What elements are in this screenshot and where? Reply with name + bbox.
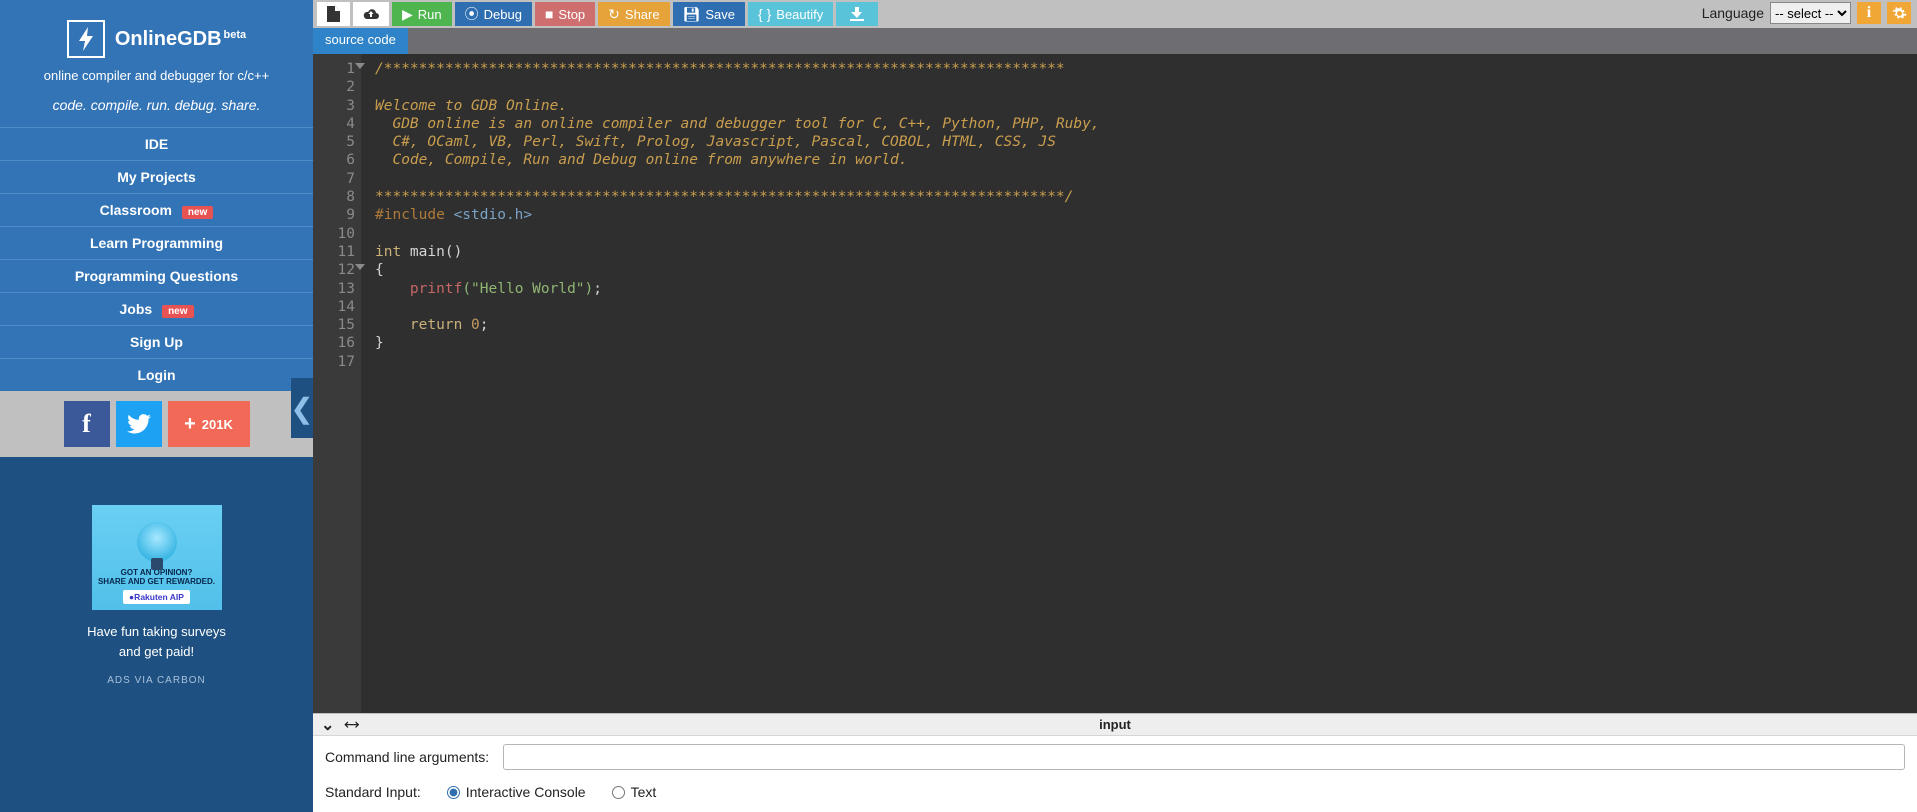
tabbar: source code (313, 28, 1917, 54)
fold-icon[interactable] (355, 264, 365, 270)
language-select[interactable]: -- select -- (1770, 2, 1851, 24)
nav-login[interactable]: Login (0, 358, 313, 391)
stdin-interactive-option[interactable]: Interactive Console (447, 784, 586, 800)
tab-source-code[interactable]: source code (313, 28, 408, 54)
lightbulb-icon (137, 522, 177, 562)
code-editor[interactable]: 1 2345678910 11121314151617 /***********… (313, 54, 1917, 713)
beta-badge: beta (224, 29, 247, 41)
nav-ide[interactable]: IDE (0, 127, 313, 160)
download-button[interactable] (836, 2, 878, 26)
stop-icon: ■ (545, 7, 553, 21)
ad-via: ADS VIA CARBON (0, 675, 313, 686)
app-name: OnlineGDB (115, 28, 222, 50)
nav-jobs[interactable]: Jobs new (0, 292, 313, 325)
stdin-interactive-radio[interactable] (447, 786, 460, 799)
nav-questions[interactable]: Programming Questions (0, 259, 313, 292)
app-tagline: code. compile. run. debug. share. (10, 97, 303, 113)
cmd-args-label: Command line arguments: (325, 749, 489, 765)
ad-image[interactable]: GOT AN OPINION? SHARE AND GET REWARDED. … (92, 505, 222, 610)
nav-signup[interactable]: Sign Up (0, 325, 313, 358)
share-button[interactable]: ↻Share (598, 2, 669, 26)
sidebar-spacer: GOT AN OPINION? SHARE AND GET REWARDED. … (0, 457, 313, 812)
nav-learn[interactable]: Learn Programming (0, 226, 313, 259)
save-button[interactable]: 💾︎Save (673, 2, 745, 26)
stdin-text-option[interactable]: Text (612, 784, 657, 800)
expand-icon[interactable]: ⤢ (342, 715, 362, 735)
ad-brand: ●Rakuten AIP (123, 590, 190, 604)
sidebar-header: OnlineGDBbeta online compiler and debugg… (0, 0, 313, 127)
new-badge: new (182, 206, 213, 219)
settings-button[interactable] (1887, 2, 1911, 24)
new-badge: new (162, 305, 193, 318)
nav-classroom-label: Classroom (100, 202, 172, 218)
code-body[interactable]: /***************************************… (361, 54, 1108, 713)
nav-classroom[interactable]: Classroom new (0, 193, 313, 226)
ad-caption1: Have fun taking surveys (0, 622, 313, 642)
main: ▶Run ⦿Debug ■Stop ↻Share 💾︎Save { }Beaut… (313, 0, 1917, 812)
share-count: 201K (202, 417, 233, 432)
facebook-icon[interactable]: f (64, 401, 110, 447)
stdin-text-radio[interactable] (612, 786, 625, 799)
nav-projects[interactable]: My Projects (0, 160, 313, 193)
app-subtitle: online compiler and debugger for c/c++ (10, 68, 303, 83)
toolbar: ▶Run ⦿Debug ■Stop ↻Share 💾︎Save { }Beaut… (313, 0, 1917, 28)
panel-title: input (1099, 717, 1131, 732)
debug-button[interactable]: ⦿Debug (455, 2, 532, 26)
logo-icon (67, 20, 105, 58)
ad-line2: SHARE AND GET REWARDED. (98, 577, 215, 586)
upload-file-button[interactable] (353, 2, 389, 26)
nav-jobs-label: Jobs (119, 301, 152, 317)
stdin-label: Standard Input: (325, 784, 421, 800)
language-label: Language (1702, 5, 1764, 21)
new-file-button[interactable] (317, 2, 350, 26)
share-icon: ↻ (608, 7, 620, 21)
social-row: f +201K (0, 391, 313, 457)
info-button[interactable]: i (1857, 2, 1881, 24)
nav: IDE My Projects Classroom new Learn Prog… (0, 127, 313, 391)
cmd-args-input[interactable] (503, 744, 1905, 770)
line-gutter: 1 2345678910 11121314151617 (313, 54, 361, 713)
bug-icon: ⦿ (465, 7, 479, 21)
twitter-icon[interactable] (116, 401, 162, 447)
collapse-sidebar-icon[interactable]: ❮ (291, 378, 313, 438)
addthis-share[interactable]: +201K (168, 401, 250, 447)
braces-icon: { } (758, 7, 771, 21)
bottom-panel: ⌄ ⤢ input Command line arguments: Standa… (313, 713, 1917, 812)
save-icon: 💾︎ (683, 7, 701, 21)
download-icon (850, 7, 864, 21)
beautify-button[interactable]: { }Beautify (748, 2, 833, 26)
play-icon: ▶ (402, 7, 413, 21)
chevron-down-icon[interactable]: ⌄ (321, 715, 334, 735)
gear-icon (1892, 6, 1907, 21)
fold-icon[interactable] (355, 63, 365, 69)
sidebar: OnlineGDBbeta online compiler and debugg… (0, 0, 313, 812)
stop-button[interactable]: ■Stop (535, 2, 595, 26)
ad-caption2: and get paid! (0, 642, 313, 662)
run-button[interactable]: ▶Run (392, 2, 452, 26)
